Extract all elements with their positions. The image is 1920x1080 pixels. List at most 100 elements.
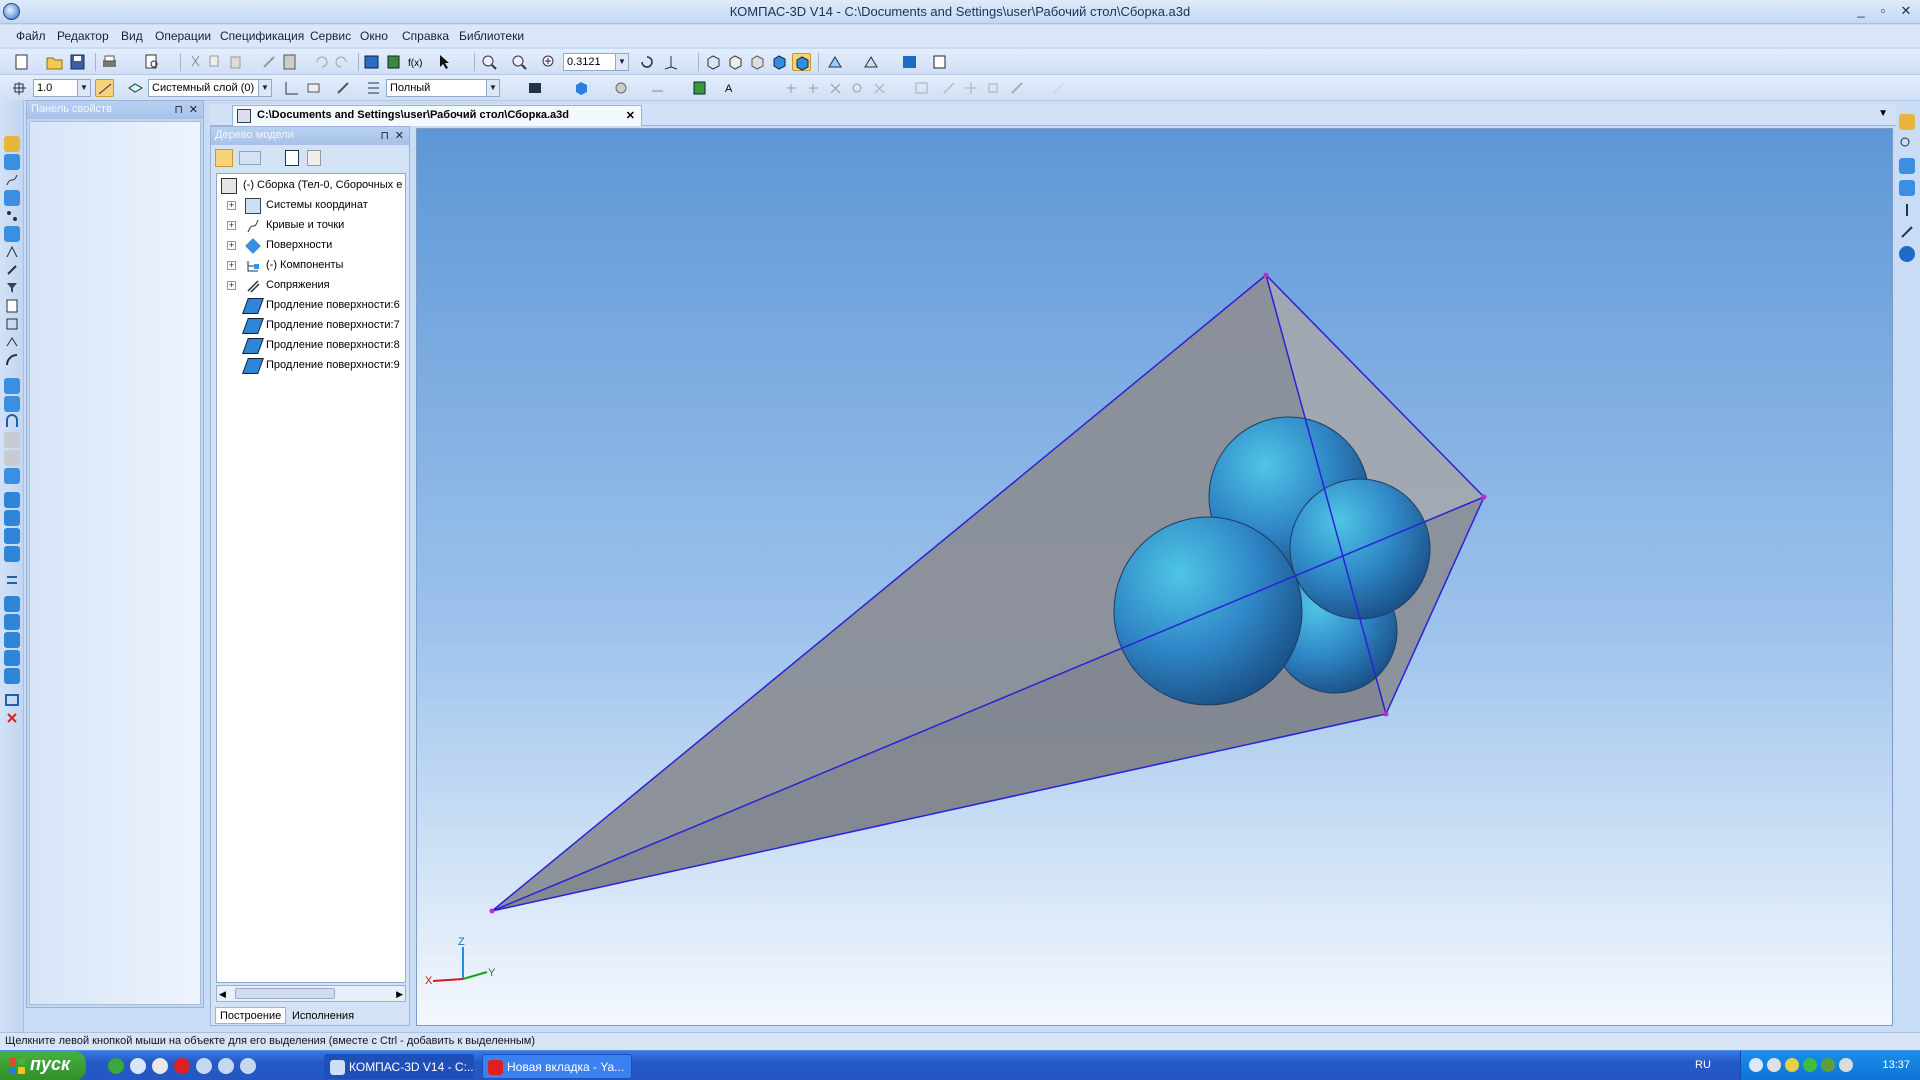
pin-icon[interactable]: ⊓ (174, 103, 183, 116)
calculator-icon[interactable] (280, 53, 299, 71)
snap-axis-icon[interactable] (962, 79, 981, 97)
menu-specification[interactable]: Спецификация (220, 29, 304, 43)
pin-icon[interactable]: ⊓ (380, 129, 389, 142)
loft-surface-icon[interactable] (4, 432, 20, 448)
tree-view-mode-icon[interactable] (239, 151, 261, 165)
close-button[interactable]: ✕ (1897, 3, 1915, 19)
detail-level-icon[interactable] (364, 79, 383, 97)
quicklaunch-icon[interactable] (152, 1058, 168, 1074)
tree-properties-icon[interactable] (307, 150, 321, 166)
stitch-surface-icon[interactable] (4, 546, 20, 562)
elements-icon[interactable] (4, 334, 20, 350)
rotate-surface-icon[interactable] (4, 396, 20, 412)
text-icon[interactable]: A (722, 79, 741, 97)
snap-grid2-icon[interactable] (912, 79, 931, 97)
find-icon[interactable] (1899, 136, 1915, 152)
scroll-right-icon[interactable]: ▶ (396, 989, 403, 1000)
section-icon[interactable] (862, 53, 881, 71)
hidden-lines-icon[interactable] (726, 53, 745, 71)
hidden-thin-icon[interactable] (748, 53, 767, 71)
chevron-down-icon[interactable]: ▼ (615, 54, 628, 70)
menu-edit[interactable]: Редактор (57, 29, 109, 43)
tray-icon[interactable] (1749, 1058, 1763, 1072)
zoom-combo[interactable]: 0.3121 ▼ (563, 53, 629, 71)
horizontal-scrollbar[interactable]: ◀ ▶ (216, 985, 406, 1002)
mates-tool-icon[interactable] (4, 262, 20, 278)
tabs-dropdown-icon[interactable]: ▼ (1878, 108, 1888, 119)
book-icon[interactable] (4, 632, 20, 648)
shaded-icon[interactable] (770, 53, 789, 71)
save-icon[interactable] (68, 53, 87, 71)
preview-icon[interactable] (142, 53, 161, 71)
zoom-window-icon[interactable] (480, 53, 499, 71)
measure-tool-icon[interactable] (1008, 79, 1027, 97)
manager-icon[interactable] (362, 53, 381, 71)
chevron-down-icon[interactable]: ▼ (486, 80, 499, 96)
pin-panel-icon[interactable] (1899, 202, 1915, 218)
tools-icon[interactable] (1899, 224, 1915, 240)
snap-toggle-icon[interactable] (95, 79, 114, 97)
snap-grid-icon[interactable] (10, 79, 29, 97)
surfaces-tool-icon[interactable] (4, 190, 20, 206)
snap-intersect-icon[interactable] (870, 79, 889, 97)
library-manager-icon[interactable] (384, 53, 403, 71)
quicklaunch-icon[interactable] (218, 1058, 234, 1074)
plane-icon[interactable] (304, 79, 323, 97)
chevron-down-icon[interactable]: ▼ (258, 80, 271, 96)
wireframe-icon[interactable] (704, 53, 723, 71)
zoom-in-icon[interactable] (510, 53, 529, 71)
trim-icon[interactable] (4, 614, 20, 630)
line-tool-icon[interactable] (1050, 79, 1069, 97)
patch-surface-icon[interactable] (4, 450, 20, 466)
paste-icon[interactable] (226, 53, 245, 71)
array-icon[interactable] (612, 79, 631, 97)
expand-icon[interactable]: + (227, 281, 236, 290)
yandex-icon[interactable] (174, 1058, 190, 1074)
close-icon[interactable]: ✕ (395, 129, 404, 142)
rotate-icon[interactable] (638, 53, 657, 71)
local-cs-icon[interactable] (282, 79, 301, 97)
refresh-icon[interactable] (900, 53, 919, 71)
spec-icon[interactable] (4, 298, 20, 314)
arrays-icon[interactable] (4, 208, 20, 224)
help-pointer-icon[interactable] (436, 53, 455, 71)
swept-icon[interactable] (4, 572, 20, 588)
tray-icon[interactable] (1767, 1058, 1781, 1072)
new-file-icon[interactable] (12, 53, 31, 71)
details-edit-icon[interactable] (4, 154, 20, 170)
print-icon[interactable] (100, 53, 119, 71)
menu-view[interactable]: Вид (121, 29, 143, 43)
undo-icon[interactable] (312, 53, 331, 71)
menu-service[interactable]: Сервис (310, 29, 351, 43)
reports-icon[interactable] (4, 316, 20, 332)
language-indicator[interactable]: RU (1695, 1059, 1711, 1071)
model-viewport[interactable]: Z X Y (416, 128, 1893, 1026)
quicklaunch-icon[interactable] (130, 1058, 146, 1074)
auxiliary-geometry-icon[interactable] (4, 226, 20, 242)
filter-icon[interactable] (4, 280, 20, 296)
edit-sketch-icon[interactable] (334, 79, 353, 97)
chevron-down-icon[interactable]: ▼ (77, 80, 90, 96)
variables-panel-icon[interactable] (1899, 180, 1915, 196)
tab-build[interactable]: Построение (215, 1007, 287, 1024)
menu-help[interactable]: Справка (402, 29, 449, 43)
expand-icon[interactable]: + (227, 201, 236, 210)
document-tab[interactable]: C:\Documents and Settings\user\Рабочий с… (232, 105, 642, 126)
offset-surface-icon[interactable] (4, 510, 20, 526)
curves-tool-icon[interactable] (4, 172, 20, 188)
snap-tangent-icon[interactable] (848, 79, 867, 97)
snap-point-icon[interactable] (782, 79, 801, 97)
variables-icon[interactable]: f(x) (406, 53, 425, 71)
open-folder-icon[interactable] (45, 53, 64, 71)
dimensions-icon[interactable] (4, 692, 20, 708)
extrude-surface-icon[interactable] (4, 378, 20, 394)
component-icon[interactable] (526, 79, 545, 97)
scroll-left-icon[interactable]: ◀ (219, 989, 226, 1000)
zoom-scale-icon[interactable] (540, 53, 559, 71)
measure-icon[interactable] (930, 53, 949, 71)
cut-surface-icon[interactable] (4, 528, 20, 544)
cut-icon[interactable] (186, 53, 205, 71)
fillet-icon[interactable] (4, 352, 20, 368)
tray-icon[interactable] (1785, 1058, 1799, 1072)
layer-combo[interactable]: Системный слой (0) ▼ (148, 79, 272, 97)
